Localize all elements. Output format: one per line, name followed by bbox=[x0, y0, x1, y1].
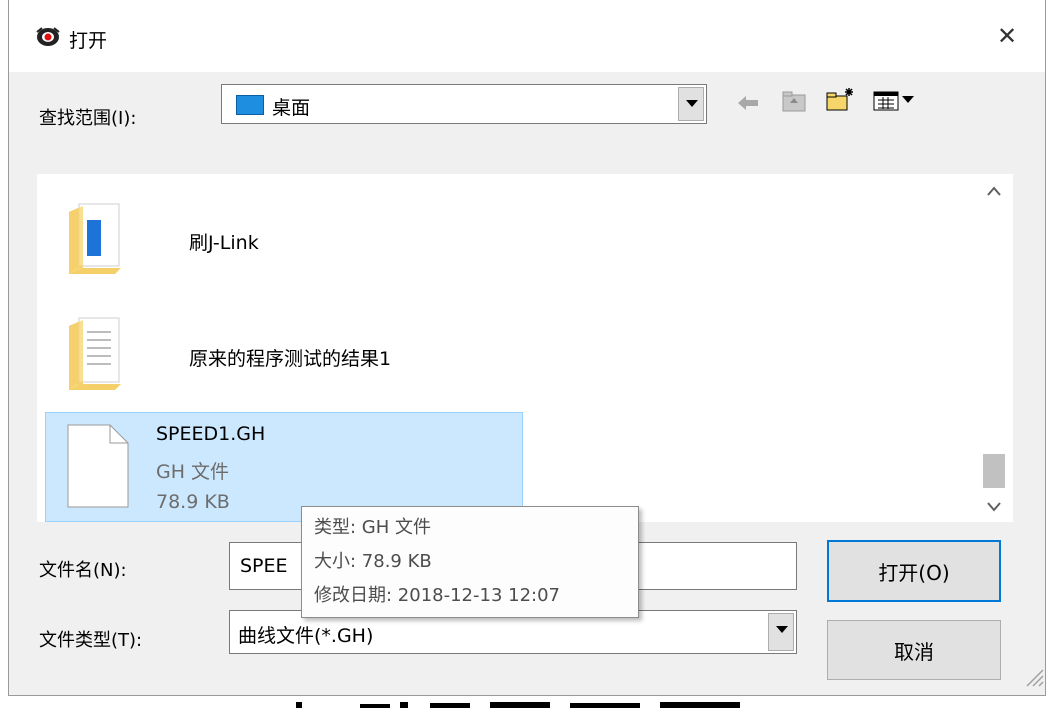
back-arrow-icon[interactable] bbox=[737, 94, 759, 112]
lookin-combo[interactable]: 桌面 bbox=[221, 84, 707, 124]
filetype-value: 曲线文件(*.GH) bbox=[238, 625, 374, 647]
file-name: 原来的程序测试的结果1 bbox=[189, 348, 392, 370]
background-text-fragment bbox=[296, 702, 740, 708]
cancel-button[interactable]: 取消 bbox=[827, 620, 1001, 680]
file-icon bbox=[67, 424, 129, 508]
new-folder-icon[interactable] bbox=[825, 86, 855, 112]
open-file-dialog: 打开 ✕ 查找范围(I): 桌面 刷J-Link 原来的程序测试的结果1 SPE… bbox=[8, 0, 1046, 696]
file-type: GH 文件 bbox=[156, 461, 230, 483]
up-folder-icon[interactable] bbox=[781, 90, 807, 112]
view-menu-icon[interactable] bbox=[873, 90, 917, 112]
filetype-label: 文件类型(T): bbox=[39, 630, 143, 651]
background-strip bbox=[0, 696, 1048, 708]
lookin-value: 桌面 bbox=[272, 97, 311, 119]
folder-icon bbox=[69, 317, 121, 390]
file-size: 78.9 KB bbox=[156, 491, 230, 513]
filename-label: 文件名(N): bbox=[39, 560, 127, 581]
file-info-tooltip: 类型: GH 文件 大小: 78.9 KB 修改日期: 2018-12-13 1… bbox=[301, 506, 639, 618]
list-item[interactable]: 原来的程序测试的结果1 bbox=[37, 302, 507, 398]
file-name: 刷J-Link bbox=[189, 232, 259, 254]
scrollbar-thumb[interactable] bbox=[983, 454, 1005, 488]
list-item[interactable]: 刷J-Link bbox=[37, 188, 507, 284]
tooltip-size: 大小: 78.9 KB bbox=[314, 551, 432, 572]
chevron-down-icon[interactable] bbox=[768, 613, 794, 651]
app-logo-icon bbox=[36, 27, 60, 46]
close-icon[interactable]: ✕ bbox=[997, 22, 1017, 50]
folder-icon bbox=[69, 203, 121, 274]
open-button[interactable]: 打开(O) bbox=[827, 540, 1001, 602]
vertical-scrollbar[interactable] bbox=[975, 174, 1013, 522]
tooltip-date: 修改日期: 2018-12-13 12:07 bbox=[314, 585, 560, 606]
file-list[interactable]: 刷J-Link 原来的程序测试的结果1 SPEED1.GH GH 文件 78.9… bbox=[37, 174, 1013, 522]
chevron-down-icon[interactable] bbox=[678, 87, 704, 121]
tooltip-type: 类型: GH 文件 bbox=[314, 517, 431, 538]
window-title: 打开 bbox=[69, 30, 108, 52]
desktop-icon bbox=[236, 95, 264, 115]
lookin-label: 查找范围(I): bbox=[39, 108, 137, 129]
scroll-down-icon[interactable] bbox=[987, 502, 1001, 512]
file-name: SPEED1.GH bbox=[156, 423, 266, 445]
title-bar: 打开 ✕ bbox=[9, 0, 1045, 72]
scroll-up-icon[interactable] bbox=[987, 186, 1001, 196]
resize-grip-icon[interactable] bbox=[1021, 664, 1045, 688]
